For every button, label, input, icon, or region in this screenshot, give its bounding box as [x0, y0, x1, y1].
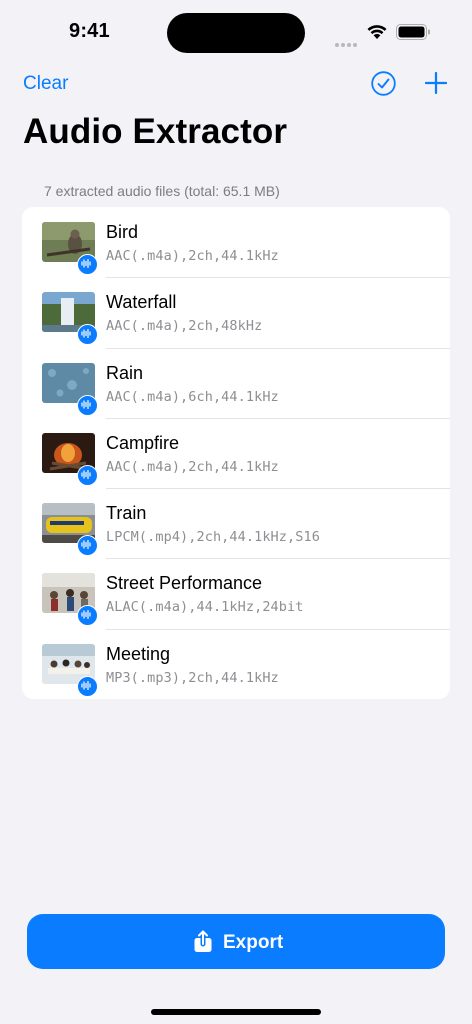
item-format: AAC(.m4a),2ch,44.1kHz — [106, 458, 279, 475]
item-title: Bird — [106, 222, 139, 242]
item-format: AAC(.m4a),2ch,44.1kHz — [106, 248, 279, 264]
list-item-waterfall[interactable]: Waterfall AAC(.m4a),2ch,48kHz — [22, 277, 450, 347]
list-item-train[interactable]: Train LPCM(.mp4),2ch,44.1kHz,S16 — [22, 488, 450, 558]
item-title: Campfire — [106, 432, 180, 453]
list-item-street-performance[interactable]: Street Performance ALAC(.m4a),44.1kHz,24… — [22, 558, 450, 628]
list-item-bird[interactable]: Bird AAC(.m4a),2ch,44.1kHz — [22, 207, 450, 277]
cellular-signal-icon — [335, 34, 359, 47]
item-title: Rain — [106, 362, 144, 383]
list-item-meeting[interactable]: Meeting MP3(.mp3),2ch,44.1kHz — [22, 628, 450, 699]
waveform-icon — [77, 394, 98, 416]
waveform-icon — [77, 675, 98, 697]
export-button[interactable]: Export — [27, 914, 445, 969]
waveform-icon — [77, 324, 98, 346]
status-time: 9:41 — [69, 20, 110, 42]
share-icon — [194, 930, 212, 952]
list-item-campfire[interactable]: Campfire AAC(.m4a),2ch,44.1kHz — [22, 417, 450, 488]
item-format: AAC(.m4a),6ch,44.1kHz — [106, 388, 279, 405]
audio-file-list: Bird AAC(.m4a),2ch,44.1kHz Waterfall AAC… — [22, 207, 450, 699]
clear-button[interactable]: Clear — [23, 73, 68, 95]
waveform-icon — [77, 605, 98, 627]
checkmark-circle-icon[interactable] — [371, 71, 396, 96]
item-title: Meeting — [106, 643, 171, 664]
item-title: Waterfall — [106, 292, 177, 313]
item-format: MP3(.mp3),2ch,44.1kHz — [106, 669, 279, 686]
home-indicator — [151, 1009, 321, 1015]
wifi-icon — [367, 25, 387, 39]
item-format: ALAC(.m4a),44.1kHz,24bit — [106, 599, 304, 616]
item-format: AAC(.m4a),2ch,48kHz — [106, 318, 263, 335]
item-format: LPCM(.mp4),2ch,44.1kHz,S16 — [106, 529, 320, 546]
waveform-icon — [77, 535, 98, 557]
waveform-icon — [77, 464, 98, 486]
status-bar: 9:41 — [0, 0, 472, 64]
plus-icon[interactable] — [425, 72, 447, 94]
dynamic-island — [167, 13, 305, 53]
page-title: Audio Extractor — [23, 112, 288, 151]
section-header: 7 extracted audio files (total: 65.1 MB) — [44, 183, 280, 199]
export-label: Export — [223, 932, 284, 953]
list-item-rain[interactable]: Rain AAC(.m4a),6ch,44.1kHz — [22, 347, 450, 418]
item-title: Train — [106, 503, 147, 524]
battery-icon — [396, 24, 430, 40]
item-title: Street Performance — [106, 573, 263, 594]
waveform-icon — [77, 254, 98, 275]
